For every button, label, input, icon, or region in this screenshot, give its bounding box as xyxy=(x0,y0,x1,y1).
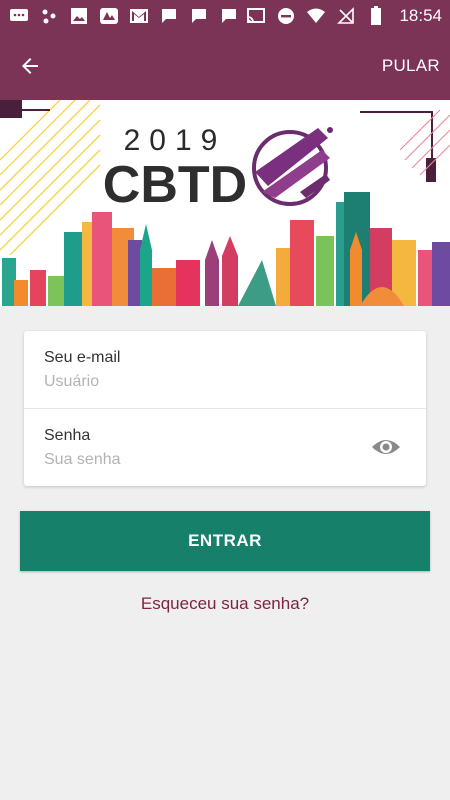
do-not-disturb-icon xyxy=(275,6,297,26)
back-button[interactable] xyxy=(0,32,60,100)
messages-icon xyxy=(8,6,30,26)
app-bar: PULAR xyxy=(0,32,450,100)
dots-icon xyxy=(38,6,60,26)
password-field-group: Senha xyxy=(24,408,426,486)
skip-button[interactable]: PULAR xyxy=(382,56,450,76)
cast-icon xyxy=(245,6,267,26)
no-signal-icon xyxy=(335,6,357,26)
chat-icon xyxy=(158,6,180,26)
eye-icon xyxy=(372,440,400,454)
password-input[interactable] xyxy=(44,451,344,469)
banner-logo-text: CBTD xyxy=(103,156,247,214)
banner-illustration: 2019 CBTD xyxy=(0,100,450,306)
email-label: Seu e-mail xyxy=(44,349,121,366)
wifi-icon xyxy=(305,6,327,26)
forgot-password-link[interactable]: Esqueceu sua senha? xyxy=(0,594,450,614)
status-bar: 18:54 xyxy=(0,0,450,32)
image-icon xyxy=(68,6,90,26)
app-icon xyxy=(98,6,120,26)
arrow-left-icon xyxy=(22,58,38,74)
battery-icon xyxy=(365,6,387,26)
toggle-password-visibility-button[interactable] xyxy=(370,435,402,459)
password-label: Senha xyxy=(44,427,91,444)
banner-year: 2019 xyxy=(124,124,227,157)
event-banner: 2019 CBTD xyxy=(0,100,450,306)
gmail-icon xyxy=(128,6,150,26)
notification-icons xyxy=(8,6,240,26)
enter-button[interactable]: ENTRAR xyxy=(20,511,430,571)
chat-icon xyxy=(218,6,240,26)
banner-swoosh xyxy=(252,127,333,206)
system-icons: 18:54 xyxy=(245,6,442,26)
status-time: 18:54 xyxy=(399,6,442,25)
login-card: Seu e-mail Senha xyxy=(24,331,426,486)
email-field-group: Seu e-mail xyxy=(24,331,426,408)
chat-icon xyxy=(188,6,210,26)
email-input[interactable] xyxy=(44,373,344,391)
